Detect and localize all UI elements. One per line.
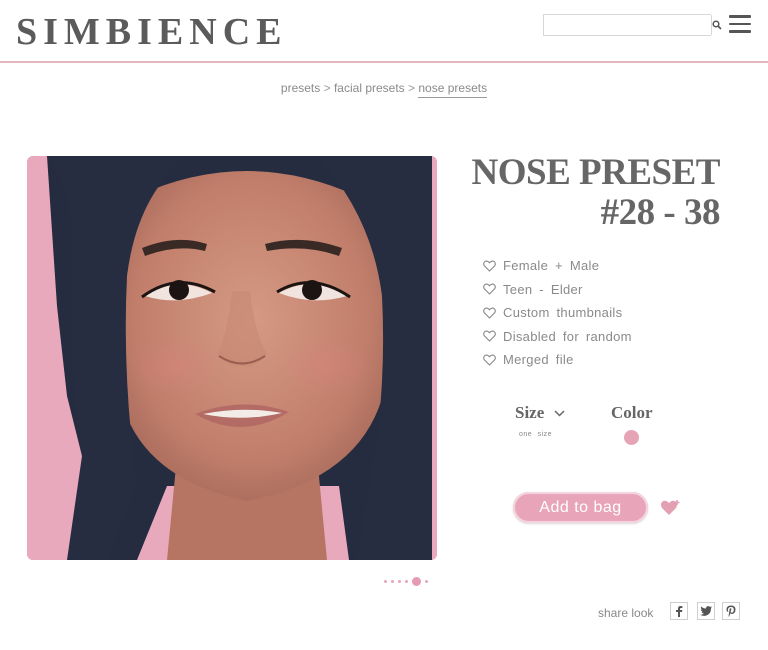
hamburger-menu-icon[interactable]	[729, 15, 751, 33]
breadcrumb-nose-presets[interactable]: nose presets	[418, 81, 488, 98]
heart-outline-icon	[483, 354, 496, 366]
search-input[interactable]	[544, 15, 711, 35]
pinterest-share-button[interactable]	[722, 602, 740, 620]
heart-outline-icon	[483, 283, 496, 296]
feature-text: Teen - Elder	[503, 281, 583, 297]
feature-item: Merged file	[483, 348, 632, 372]
breadcrumb-presets[interactable]: presets	[281, 81, 320, 95]
size-selector[interactable]: Size	[515, 403, 544, 423]
twitter-icon	[700, 606, 712, 616]
twitter-share-button[interactable]	[697, 602, 715, 620]
color-swatch-pink[interactable]	[624, 430, 639, 445]
wishlist-heart-plus-icon[interactable]	[660, 499, 682, 517]
product-title-line1: NOSE PRESET	[471, 152, 721, 193]
breadcrumb-facial-presets[interactable]: facial presets	[334, 81, 405, 95]
search-box	[543, 14, 722, 36]
feature-text: Merged file	[503, 352, 574, 368]
size-value: one size	[519, 431, 553, 438]
share-label: share look	[598, 606, 654, 620]
feature-text: Female + Male	[503, 258, 600, 274]
carousel-dot-active[interactable]	[412, 577, 421, 586]
pinterest-icon	[726, 605, 736, 617]
carousel-dot[interactable]	[425, 580, 428, 583]
facebook-share-button[interactable]	[670, 602, 688, 620]
site-logo[interactable]: SIMBIENCE	[16, 10, 288, 54]
header-divider	[0, 61, 768, 63]
carousel-dot[interactable]	[384, 580, 387, 583]
product-image[interactable]	[27, 156, 437, 560]
feature-text: Disabled for random	[503, 328, 632, 344]
feature-list: Female + Male Teen - Elder Custom thumbn…	[483, 254, 632, 372]
carousel-dot[interactable]	[398, 580, 401, 583]
heart-outline-icon	[483, 330, 496, 343]
product-title: NOSE PRESET #28 - 38	[458, 152, 721, 233]
feature-item: Custom thumbnails	[483, 301, 632, 325]
heart-outline-icon	[483, 307, 496, 319]
carousel-dot[interactable]	[405, 580, 408, 583]
search-icon	[712, 20, 722, 30]
face-illustration	[27, 156, 437, 560]
chevron-down-icon[interactable]	[554, 410, 565, 417]
feature-item: Female + Male	[483, 254, 632, 278]
feature-item: Teen - Elder	[483, 278, 632, 302]
feature-text: Custom thumbnails	[503, 305, 623, 321]
carousel-dots	[384, 577, 428, 586]
heart-outline-icon	[483, 260, 496, 272]
add-to-bag-button[interactable]: Add to bag	[513, 492, 648, 523]
carousel-dot[interactable]	[391, 580, 394, 583]
product-title-line2: #28 - 38	[600, 192, 721, 233]
breadcrumb-separator: >	[408, 81, 416, 95]
breadcrumb-separator: >	[323, 81, 331, 95]
color-label: Color	[611, 403, 653, 422]
facebook-icon	[676, 606, 683, 617]
feature-item: Disabled for random	[483, 325, 632, 349]
breadcrumb: presets > facial presets > nose presets	[0, 81, 768, 98]
search-button[interactable]	[711, 15, 722, 35]
